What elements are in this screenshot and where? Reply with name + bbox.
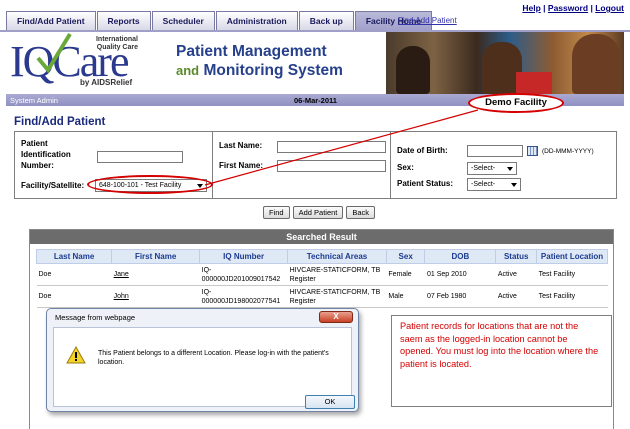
page-title: Find/Add Patient xyxy=(14,116,106,128)
patient-status-label: Patient Status: xyxy=(397,179,454,188)
aidsrelief-logo: by AIDSRelief xyxy=(80,78,133,87)
find-button[interactable]: Find xyxy=(263,206,290,219)
form-column-name: Last Name: First Name: xyxy=(213,132,391,198)
main-tabs: Find/Add Patient Reports Scheduler Admin… xyxy=(6,11,433,30)
photo-figure xyxy=(572,34,620,94)
help-link[interactable]: Help xyxy=(522,3,540,13)
dob-label: Date of Birth: xyxy=(397,146,448,155)
column-header[interactable]: First Name xyxy=(111,249,201,264)
cell-technical-areas: HIVCARE-STATICFORM, TB Register xyxy=(287,263,387,286)
system-title-rest: Monitoring System xyxy=(203,62,343,79)
facility-label: Facility/Satellite: xyxy=(21,181,85,190)
logged-in-user: System Admin xyxy=(10,96,58,105)
cell-sex: Male xyxy=(386,285,425,308)
column-header[interactable]: Status xyxy=(495,249,538,264)
table-row[interactable]: Doe John IQ-000000JD198002077541 HIVCARE… xyxy=(36,285,608,308)
cell-technical-areas: HIVCARE-STATICFORM, TB Register xyxy=(287,285,387,308)
ok-button[interactable]: OK xyxy=(305,395,355,409)
search-results-title: Searched Result xyxy=(30,230,613,244)
tab-scheduler[interactable]: Scheduler xyxy=(151,11,215,30)
sex-label: Sex: xyxy=(397,163,414,172)
column-header[interactable]: IQ Number xyxy=(199,249,289,264)
logo-tagline: International Quality Care xyxy=(95,36,138,51)
tab-reports[interactable]: Reports xyxy=(96,11,151,30)
tab-administration[interactable]: Administration xyxy=(215,11,298,30)
checkmark-logo-icon xyxy=(36,32,72,74)
dob-format-hint: (DD-MMM-YYYY) xyxy=(542,148,594,155)
sublink-find-add-patient[interactable]: Find Add Patient xyxy=(398,16,457,25)
message-dialog: Message from webpage X This Patient belo… xyxy=(46,308,359,412)
first-name-label: First Name: xyxy=(219,161,264,170)
tab-find-add-patient[interactable]: Find/Add Patient xyxy=(6,11,96,30)
dialog-message: This Patient belongs to a different Loca… xyxy=(98,350,329,366)
chevron-down-icon xyxy=(511,183,517,187)
cell-iq-number: IQ-000000JD201009017542 xyxy=(199,263,288,286)
patient-id-input[interactable] xyxy=(97,151,183,163)
search-form: Patient Identification Number: Facility/… xyxy=(14,131,617,199)
cell-status: Active xyxy=(495,285,537,308)
dialog-close-button[interactable]: X xyxy=(319,311,353,323)
results-table: Last Name First Name IQ Number Technical… xyxy=(35,249,608,308)
sex-select[interactable]: -Select- xyxy=(467,162,517,175)
cell-last-name: Doe xyxy=(36,263,112,286)
first-name-input[interactable] xyxy=(277,160,386,172)
system-title: Patient Management and Monitoring System xyxy=(176,42,343,80)
patient-id-label: Patient Identification Number: xyxy=(21,139,71,170)
patient-status-select[interactable]: -Select- xyxy=(467,178,521,191)
cell-location: Test Facility xyxy=(536,263,608,286)
top-navigation: Find/Add Patient Reports Scheduler Admin… xyxy=(0,0,630,32)
cell-first-name-link[interactable]: Jane xyxy=(111,263,200,286)
form-column-demographics: Date of Birth: (DD-MMM-YYYY) Sex: -Selec… xyxy=(391,132,616,198)
form-column-id: Patient Identification Number: Facility/… xyxy=(15,132,213,198)
results-header-row: Last Name First Name IQ Number Technical… xyxy=(35,249,608,264)
tab-back-up[interactable]: Back up xyxy=(298,11,354,30)
column-header[interactable]: Technical Areas xyxy=(287,249,387,264)
last-name-input[interactable] xyxy=(277,141,386,153)
column-header[interactable]: Last Name xyxy=(35,249,113,264)
warning-icon xyxy=(66,346,86,364)
password-link[interactable]: Password xyxy=(548,3,588,13)
cell-sex: Female xyxy=(386,263,425,286)
system-title-line1: Patient Management xyxy=(176,43,327,60)
system-title-and: and xyxy=(176,63,200,78)
annotation-note: Patient records for locations that are n… xyxy=(391,315,612,407)
link-separator: | xyxy=(590,3,593,13)
cell-dob: 07 Feb 1980 xyxy=(424,285,496,308)
column-header[interactable]: Sex xyxy=(385,249,426,264)
column-header[interactable]: Patient Location xyxy=(536,249,608,264)
column-header[interactable]: DOB xyxy=(424,249,497,264)
header-photo xyxy=(386,32,624,94)
dob-input[interactable] xyxy=(467,145,523,157)
chevron-down-icon xyxy=(507,167,513,171)
last-name-label: Last Name: xyxy=(219,141,263,150)
form-buttons: Find Add Patient Back xyxy=(263,206,378,219)
current-date: 06-Mar-2011 xyxy=(294,96,337,105)
table-row[interactable]: Doe Jane IQ-000000JD201009017542 HIVCARE… xyxy=(36,263,608,286)
cell-last-name: Doe xyxy=(36,285,112,308)
utility-links: Help | Password | Logout xyxy=(522,3,624,13)
app-header: IQCare International Quality Care by AID… xyxy=(6,32,624,94)
sex-select-value: -Select- xyxy=(471,165,496,172)
cell-status: Active xyxy=(495,263,537,286)
photo-figure xyxy=(396,46,430,94)
cell-iq-number: IQ-000000JD198002077541 xyxy=(199,285,288,308)
calendar-icon[interactable] xyxy=(527,146,538,156)
cell-first-name-link[interactable]: John xyxy=(111,285,200,308)
facility-highlight-ellipse xyxy=(87,175,213,194)
cell-dob: 01 Sep 2010 xyxy=(424,263,496,286)
patient-status-select-value: -Select- xyxy=(471,181,496,188)
back-button[interactable]: Back xyxy=(346,206,376,219)
system-title-line2: and Monitoring System xyxy=(176,61,343,80)
logout-link[interactable]: Logout xyxy=(595,3,624,13)
photo-figure xyxy=(516,72,552,94)
add-patient-button[interactable]: Add Patient xyxy=(292,206,344,219)
dialog-title: Message from webpage xyxy=(55,313,136,322)
link-separator: | xyxy=(543,3,546,13)
demo-facility-callout: Demo Facility xyxy=(468,93,564,113)
cell-location: Test Facility xyxy=(536,285,608,308)
